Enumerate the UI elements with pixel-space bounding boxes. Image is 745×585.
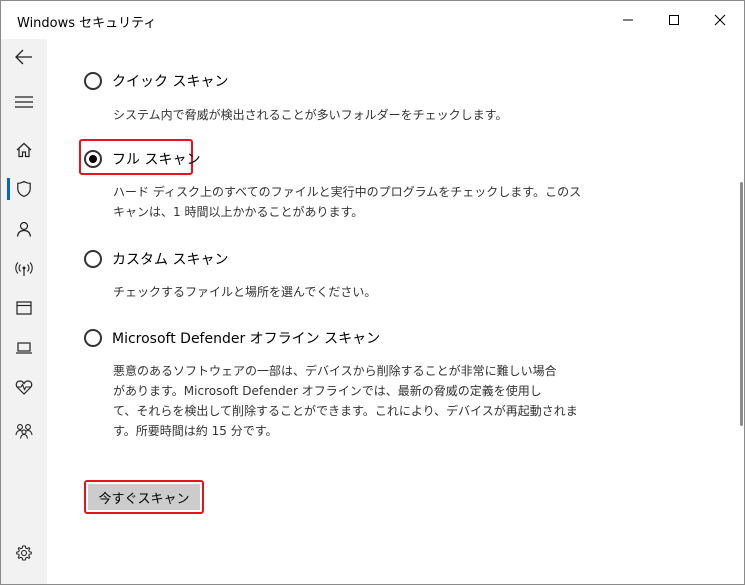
nav-family-options[interactable]: [1, 413, 47, 449]
full-scan-description-line: ハード ディスク上のすべてのファイルと実行中のプログラムをチェックします。このス: [113, 185, 582, 199]
offline-scan-label: Microsoft Defender オフライン スキャン: [112, 331, 381, 347]
person-icon: [16, 221, 32, 237]
quick-scan-label: クイック スキャン: [112, 74, 229, 90]
family-icon: [15, 424, 33, 439]
close-icon: [714, 14, 726, 26]
title-bar: Windows セキュリティ: [1, 1, 744, 39]
quick-scan-description-line: システム内で脅威が検出されることが多いフォルダーをチェックします。: [113, 108, 508, 122]
minimize-button[interactable]: [605, 1, 651, 39]
back-button[interactable]: [1, 39, 47, 75]
custom-scan-description-line: チェックするファイルと場所を選んでください。: [113, 285, 377, 299]
custom-scan-label: カスタム スキャン: [112, 252, 229, 268]
nav-device-performance-health[interactable]: [1, 369, 47, 405]
full-scan-description-line: キャンは、1 時間以上かかることがあります。: [113, 205, 364, 219]
offline-scan-description-line: す。所要時間は約 15 分です。: [113, 424, 278, 438]
quick-scan-description: システム内で脅威が検出されることが多いフォルダーをチェックします。: [113, 105, 583, 125]
custom-scan-description: チェックするファイルと場所を選んでください。: [113, 282, 583, 302]
heart-pulse-icon: [15, 380, 33, 395]
offline-scan-option[interactable]: Microsoft Defender オフライン スキャン: [84, 328, 380, 348]
custom-scan-option[interactable]: カスタム スキャン: [84, 249, 228, 269]
offline-scan-description-line: 悪意のあるソフトウェアの一部は、デバイスから削除することが非常に難しい場合: [113, 364, 557, 378]
hamburger-menu-icon: [15, 96, 33, 108]
home-icon: [16, 142, 32, 158]
offline-scan-description-line: があります。Microsoft Defender オフラインでは、最新の脅威の定…: [113, 384, 542, 398]
nav-device-security[interactable]: [1, 330, 47, 366]
nav-firewall-network[interactable]: [1, 251, 47, 287]
offline-scan-description: 悪意のあるソフトウェアの一部は、デバイスから削除することが非常に難しい場合 があ…: [113, 361, 583, 441]
menu-button[interactable]: [1, 84, 47, 120]
full-scan-radio[interactable]: [84, 150, 102, 168]
full-scan-label: フル スキャン: [112, 152, 201, 168]
close-button[interactable]: [697, 1, 743, 39]
scan-now-button[interactable]: 今すぐスキャン: [88, 484, 200, 510]
laptop-icon: [16, 342, 32, 354]
nav-virus-protection[interactable]: [1, 171, 47, 207]
window-title: Windows セキュリティ: [17, 16, 157, 31]
gear-icon: [16, 545, 32, 561]
back-arrow-icon: [15, 49, 32, 65]
shield-icon: [17, 180, 31, 198]
minimize-icon: [623, 19, 633, 21]
full-scan-option[interactable]: フル スキャン: [84, 149, 200, 169]
nav-settings[interactable]: [1, 535, 47, 571]
nav-app-browser-control[interactable]: [1, 290, 47, 326]
offline-scan-description-line: て、それらを検出して削除することができます。これにより、デバイスが再起動されま: [113, 404, 578, 418]
custom-scan-radio[interactable]: [84, 250, 102, 268]
quick-scan-radio[interactable]: [84, 72, 102, 90]
app-browser-window-icon: [16, 301, 32, 315]
maximize-icon: [669, 15, 679, 25]
scrollbar[interactable]: [740, 182, 743, 426]
full-scan-description: ハード ディスク上のすべてのファイルと実行中のプログラムをチェックします。このス…: [113, 182, 583, 222]
sidebar: [1, 39, 47, 584]
offline-scan-radio[interactable]: [84, 329, 102, 347]
app-window: Windows セキュリティ クイック スキャン システム内で脅威が検出されるこ…: [0, 0, 745, 585]
wireless-antenna-icon: [15, 262, 33, 276]
nav-home[interactable]: [1, 132, 47, 168]
quick-scan-option[interactable]: クイック スキャン: [84, 71, 228, 91]
maximize-button[interactable]: [651, 1, 697, 39]
nav-account[interactable]: [1, 211, 47, 247]
